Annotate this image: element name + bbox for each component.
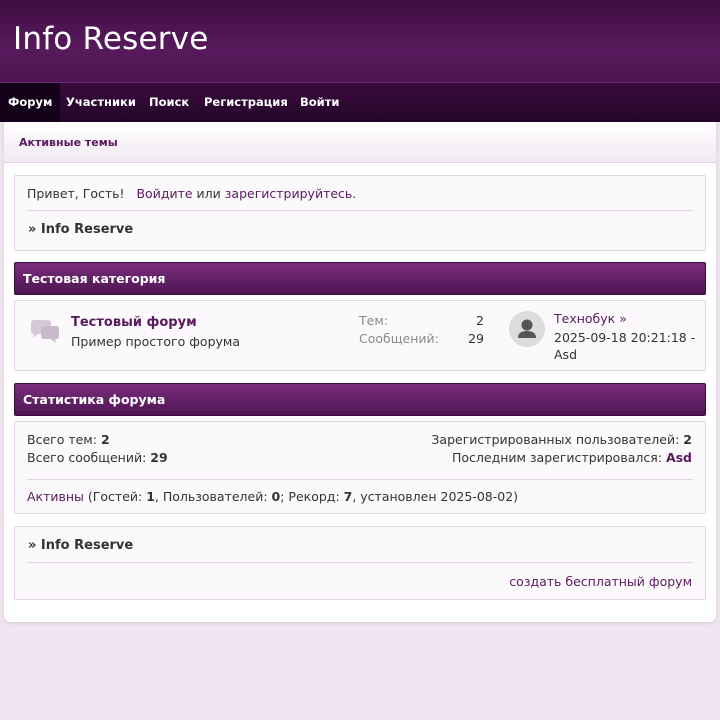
posts-count: 29 — [468, 331, 484, 346]
period-text: . — [352, 186, 357, 201]
nav-item-search[interactable]: Поиск — [149, 83, 189, 122]
nav-item-register[interactable]: Регистрация — [204, 83, 288, 122]
forum-row: Тестовый форум Пример простого форума Те… — [14, 300, 706, 371]
divider — [27, 479, 693, 480]
footer-breadcrumb[interactable]: » Info Reserve — [28, 538, 133, 553]
active-topics-link[interactable]: Активные темы — [19, 136, 118, 149]
stats-box: Всего тем: 2 Всего сообщений: 29 Зарегис… — [14, 421, 706, 514]
nav-item-forum[interactable]: Форум — [0, 83, 61, 122]
last-registered-user-link[interactable]: Asd — [666, 450, 692, 465]
or-text: или — [196, 186, 221, 201]
login-link[interactable]: Войдите — [136, 186, 192, 201]
welcome-box: Привет, Гость! Войдите или зарегистрируй… — [14, 175, 706, 251]
total-topics: Всего тем: 2 — [27, 432, 110, 447]
welcome-text: Привет, Гость! Войдите или зарегистрируй… — [27, 186, 356, 201]
site-title[interactable]: Info Reserve — [13, 21, 209, 57]
online-info: Активны (Гостей: 1, Пользователей: 0; Ре… — [27, 489, 518, 504]
registered-users-label: Зарегистрированных пользователей: — [431, 432, 680, 447]
registered-users: Зарегистрированных пользователей: 2 — [431, 432, 692, 447]
speech-bubbles-icon — [29, 319, 61, 345]
posts-label: Сообщений: — [359, 331, 439, 346]
total-posts-label: Всего сообщений: — [27, 450, 147, 465]
site-header: Info Reserve — [0, 0, 720, 82]
online-link[interactable]: Активны — [27, 489, 84, 504]
topics-label: Тем: — [359, 313, 388, 328]
last-post-user-link[interactable]: Технобук — [554, 311, 615, 326]
category-title[interactable]: Тестовая категория — [23, 271, 165, 286]
nav-item-members[interactable]: Участники — [66, 83, 136, 122]
greeting-text: Привет, Гость! — [27, 186, 125, 201]
nav-item-login[interactable]: Войти — [300, 83, 339, 122]
last-post-arrow[interactable]: » — [619, 311, 627, 326]
breadcrumb[interactable]: » Info Reserve — [28, 222, 133, 237]
online-users-value: 0 — [271, 489, 281, 504]
topics-count: 2 — [476, 313, 484, 328]
category-header: Тестовая категория — [14, 262, 706, 295]
main-nav: Форум Участники Поиск Регистрация Войти — [0, 82, 720, 122]
total-topics-value: 2 — [100, 432, 110, 447]
stats-title: Статистика форума — [23, 392, 166, 407]
create-free-forum-link[interactable]: создать бесплатный форум — [509, 574, 692, 589]
online-record-date: , установлен 2025-08-02) — [352, 489, 519, 504]
subnav-bar: Активные темы — [4, 122, 716, 163]
user-silhouette-icon[interactable] — [509, 311, 545, 347]
forum-name-link[interactable]: Тестовый форум — [71, 315, 197, 330]
online-record-label: ; Рекорд: — [280, 489, 344, 504]
last-post-date: 2025-09-18 20:21:18 - Asd — [554, 330, 696, 362]
last-registered: Последним зарегистрировался: Asd — [452, 450, 692, 465]
last-post-info: Технобук » — [554, 311, 627, 326]
forum-description: Пример простого форума — [71, 334, 240, 349]
stats-header: Статистика форума — [14, 383, 706, 416]
last-registered-label: Последним зарегистрировался: — [451, 450, 662, 465]
total-posts-value: 29 — [150, 450, 168, 465]
divider — [27, 210, 693, 211]
divider — [27, 562, 693, 563]
total-posts: Всего сообщений: 29 — [27, 450, 168, 465]
online-guests-value: 1 — [146, 489, 155, 504]
main-panel: Активные темы Привет, Гость! Войдите или… — [4, 122, 716, 622]
register-link[interactable]: зарегистрируйтесь — [225, 186, 353, 201]
footer-box: » Info Reserve создать бесплатный форум — [14, 526, 706, 600]
total-topics-label: Всего тем: — [27, 432, 97, 447]
online-users-label: , Пользователей: — [154, 489, 272, 504]
online-guests-label: (Гостей: — [83, 489, 147, 504]
registered-users-value: 2 — [683, 432, 692, 447]
